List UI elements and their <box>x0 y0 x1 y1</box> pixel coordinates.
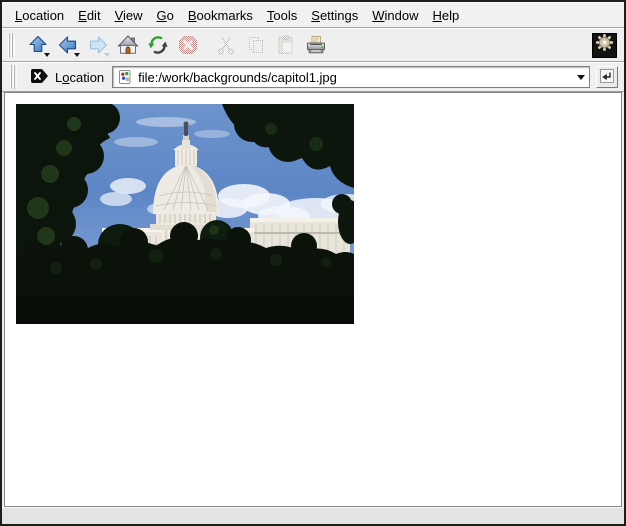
go-button[interactable] <box>596 66 618 88</box>
capitol-photo <box>16 104 354 324</box>
print-button[interactable] <box>302 31 330 59</box>
menu-go[interactable]: Go <box>150 8 181 23</box>
dropdown-arrow-icon <box>104 53 110 57</box>
toolbar-handle[interactable] <box>10 65 17 89</box>
forward-button <box>84 31 112 59</box>
menu-label: ookmarks <box>197 8 253 23</box>
stop-icon <box>177 34 199 56</box>
menu-accel: S <box>311 8 320 23</box>
reload-button[interactable] <box>144 31 172 59</box>
menu-accel: H <box>433 8 442 23</box>
back-button[interactable] <box>54 31 82 59</box>
menu-accel: E <box>78 8 87 23</box>
chevron-down-icon <box>577 75 585 80</box>
menu-settings[interactable]: Settings <box>304 8 365 23</box>
menu-label: ocation <box>22 8 64 23</box>
image-mime-icon <box>116 69 136 85</box>
location-label-text: cation <box>69 70 104 85</box>
konqueror-window: Location Edit View Go Bookmarks Tools Se… <box>0 0 626 526</box>
menubar: Location Edit View Go Bookmarks Tools Se… <box>2 2 624 28</box>
location-dropdown-button[interactable] <box>573 67 589 87</box>
menu-view[interactable]: View <box>108 8 150 23</box>
menu-label: indow <box>385 8 419 23</box>
paste-button <box>272 31 300 59</box>
browser-viewport <box>4 92 622 507</box>
toolbar-handle[interactable] <box>8 33 15 57</box>
menu-label: ools <box>273 8 297 23</box>
copy-button <box>242 31 270 59</box>
dropdown-arrow-icon <box>44 53 50 57</box>
home-button[interactable] <box>114 31 142 59</box>
menu-label: dit <box>87 8 101 23</box>
menu-location[interactable]: Location <box>8 8 71 23</box>
menu-accel: G <box>157 8 167 23</box>
cut-scissors-icon <box>215 34 237 56</box>
print-icon <box>305 34 327 56</box>
clear-location-button[interactable] <box>26 65 52 89</box>
home-icon <box>117 34 139 56</box>
throbber[interactable] <box>592 33 617 58</box>
location-label: Location <box>52 70 112 85</box>
statusbar <box>2 507 624 524</box>
up-button[interactable] <box>24 31 52 59</box>
menu-label: elp <box>442 8 459 23</box>
menu-accel: V <box>115 8 123 23</box>
copy-icon <box>245 34 267 56</box>
paste-clipboard-icon <box>275 34 297 56</box>
main-toolbar <box>2 28 624 62</box>
stop-button <box>174 31 202 59</box>
menu-help[interactable]: Help <box>426 8 467 23</box>
clear-location-icon <box>29 67 49 88</box>
location-combobox[interactable] <box>112 66 590 88</box>
kde-gear-icon <box>595 33 614 57</box>
menu-edit[interactable]: Edit <box>71 8 107 23</box>
menu-label: iew <box>123 8 143 23</box>
reload-icon <box>147 34 169 56</box>
dropdown-arrow-icon <box>74 53 80 57</box>
menu-tools[interactable]: Tools <box>260 8 304 23</box>
cut-button <box>212 31 240 59</box>
menu-accel: W <box>372 8 384 23</box>
menu-window[interactable]: Window <box>365 8 425 23</box>
menu-bookmarks[interactable]: Bookmarks <box>181 8 260 23</box>
menu-label: ettings <box>320 8 358 23</box>
location-input[interactable] <box>136 70 573 85</box>
menu-label: o <box>167 8 174 23</box>
menu-accel: B <box>188 8 197 23</box>
location-toolbar: Location <box>2 62 624 92</box>
go-enter-icon <box>599 68 615 87</box>
